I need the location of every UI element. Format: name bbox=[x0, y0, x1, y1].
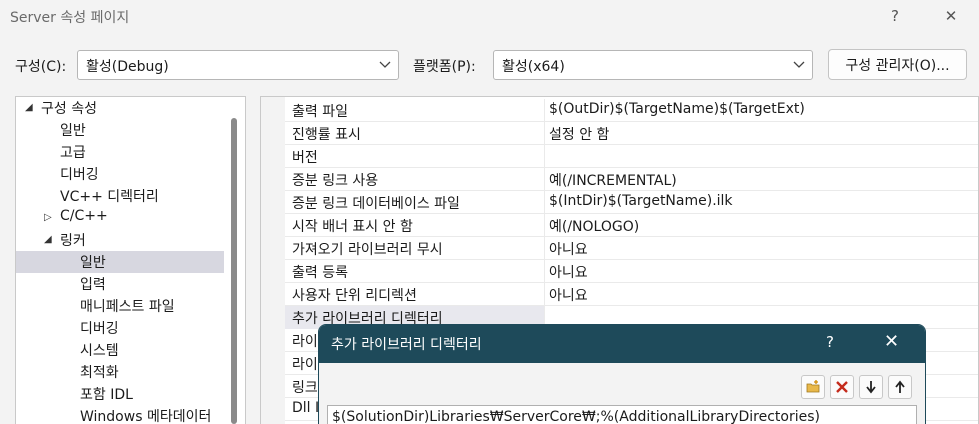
new-folder-icon bbox=[806, 380, 820, 393]
property-value[interactable]: 아니요 bbox=[549, 239, 588, 259]
property-name: 시작 배너 표시 안 함 bbox=[292, 219, 413, 235]
expanded-triangle-icon[interactable]: ◢ bbox=[25, 102, 33, 113]
dialog-title-bar: 추가 라이브러리 디렉터리 ? ✕ bbox=[319, 325, 925, 363]
configuration-manager-button[interactable]: 구성 관리자(O)... bbox=[828, 49, 967, 80]
tree-item-advanced[interactable]: 고급 bbox=[16, 141, 245, 163]
move-down-button[interactable] bbox=[859, 375, 883, 399]
move-up-icon bbox=[895, 380, 905, 393]
property-name: 출력 등록 bbox=[292, 265, 348, 281]
tree-item-linker-general[interactable]: 일반 bbox=[16, 251, 224, 273]
delete-button[interactable] bbox=[830, 375, 854, 399]
dialog-title: 추가 라이브러리 디렉터리 bbox=[331, 337, 482, 353]
help-icon: ? bbox=[891, 7, 899, 25]
property-value[interactable]: 아니요 bbox=[549, 262, 588, 282]
property-name: 사용자 단위 리디렉션 bbox=[292, 288, 417, 304]
property-row[interactable]: 가져오기 라이브러리 무시 아니요 bbox=[285, 237, 978, 260]
property-value[interactable]: 아니요 bbox=[549, 285, 588, 305]
window-title: Server 속성 페이지 bbox=[10, 10, 130, 26]
property-value[interactable]: 예(/INCREMENTAL) bbox=[549, 170, 677, 190]
title-bar: Server 속성 페이지 ? ✕ bbox=[0, 0, 979, 32]
grid-gutter bbox=[261, 97, 285, 424]
tree-item-label: VC++ 디렉터리 bbox=[60, 189, 159, 205]
property-row[interactable]: 사용자 단위 리디렉션 아니요 bbox=[285, 283, 978, 306]
delete-icon bbox=[836, 381, 848, 393]
tree-item-label: C/C++ bbox=[60, 208, 108, 224]
chevron-down-icon bbox=[793, 61, 805, 68]
property-name: 가져오기 라이브러리 무시 bbox=[292, 242, 443, 258]
additional-library-directories-dialog: 추가 라이브러리 디렉터리 ? ✕ $(SolutionDir)Librarie… bbox=[318, 324, 926, 424]
tree-item-label: 일반 bbox=[60, 123, 86, 139]
tree-item-label: 시스템 bbox=[80, 343, 119, 359]
config-label: 구성(C): bbox=[15, 59, 67, 75]
property-name: 링크 bbox=[292, 380, 318, 396]
platform-dropdown[interactable]: 활성(x64) bbox=[493, 50, 813, 80]
tree-item-system[interactable]: 시스템 bbox=[16, 339, 245, 361]
property-name: 출력 파일 bbox=[292, 104, 348, 120]
tree-item-label: 디버깅 bbox=[80, 321, 119, 337]
tree-item-vc-directories[interactable]: VC++ 디렉터리 bbox=[16, 185, 245, 207]
property-row[interactable]: 출력 파일 $(OutDir)$(TargetName)$(TargetExt) bbox=[285, 99, 978, 122]
property-value[interactable]: $(IntDir)$(TargetName).ilk bbox=[549, 193, 733, 209]
property-name: 진행률 표시 bbox=[292, 127, 361, 143]
chevron-down-icon bbox=[379, 61, 391, 68]
property-name: Dll I bbox=[292, 400, 320, 416]
close-icon: ✕ bbox=[944, 7, 958, 25]
tree-item-embedded-idl[interactable]: 포함 IDL bbox=[16, 383, 245, 405]
directory-list-entry[interactable]: $(SolutionDir)Libraries₩ServerCore₩;%(Ad… bbox=[327, 405, 917, 424]
property-row[interactable]: 진행률 표시 설정 안 함 bbox=[285, 122, 978, 145]
close-button[interactable]: ✕ bbox=[931, 0, 971, 32]
tree-scrollbar[interactable] bbox=[231, 118, 237, 424]
dialog-close-icon[interactable]: ✕ bbox=[884, 331, 899, 352]
tree-item-label: 디버깅 bbox=[60, 167, 99, 183]
tree-item-linker-debugging[interactable]: 디버깅 bbox=[16, 317, 245, 339]
config-dropdown[interactable]: 활성(Debug) bbox=[77, 50, 399, 80]
dialog-help-icon[interactable]: ? bbox=[826, 333, 834, 351]
tree-item-c-cpp[interactable]: ▷ C/C++ bbox=[16, 207, 245, 229]
property-name: 증분 링크 데이터베이스 파일 bbox=[292, 196, 460, 212]
tree-item-label: 링커 bbox=[60, 233, 86, 249]
tree-item-label: 구성 속성 bbox=[41, 101, 97, 117]
tree-item-manifest-file[interactable]: 매니페스트 파일 bbox=[16, 295, 245, 317]
property-row[interactable]: 증분 링크 데이터베이스 파일 $(IntDir)$(TargetName).il… bbox=[285, 191, 978, 214]
move-down-icon bbox=[866, 381, 876, 394]
tree-item-label: Windows 메타데이터 bbox=[80, 409, 212, 424]
tree-item-linker[interactable]: ◢ 링커 bbox=[16, 229, 245, 251]
property-value[interactable]: $(OutDir)$(TargetName)$(TargetExt) bbox=[549, 101, 805, 117]
tree-item-label: 최적화 bbox=[80, 365, 119, 381]
property-row[interactable]: 출력 등록 아니요 bbox=[285, 260, 978, 283]
property-row[interactable]: 버전 bbox=[285, 145, 978, 168]
new-folder-button[interactable] bbox=[801, 375, 825, 399]
property-value[interactable]: 설정 안 함 bbox=[549, 124, 609, 144]
property-name: 증분 링크 사용 bbox=[292, 173, 379, 189]
category-tree: ◢ 구성 속성 일반 고급 디버깅 VC++ 디렉터리 ▷ C/C++ ◢ 링커… bbox=[15, 96, 246, 424]
platform-value: 활성(x64) bbox=[502, 59, 565, 75]
tree-item-config-properties[interactable]: ◢ 구성 속성 bbox=[16, 97, 245, 119]
help-button[interactable]: ? bbox=[875, 0, 915, 32]
tree-item-label: 포함 IDL bbox=[80, 387, 133, 403]
tree-item-windows-metadata[interactable]: Windows 메타데이터 bbox=[16, 405, 245, 424]
configuration-manager-label: 구성 관리자(O)... bbox=[845, 57, 950, 74]
tree-item-input[interactable]: 입력 bbox=[16, 273, 245, 295]
property-name: 라이 bbox=[292, 357, 318, 373]
platform-label: 플랫폼(P): bbox=[413, 59, 476, 75]
tree-item-label: 매니페스트 파일 bbox=[80, 299, 175, 315]
tree-item-label: 일반 bbox=[80, 255, 106, 271]
property-row[interactable]: 시작 배너 표시 안 함 예(/NOLOGO) bbox=[285, 214, 978, 237]
collapsed-triangle-icon[interactable]: ▷ bbox=[44, 212, 52, 223]
tree-item-optimization[interactable]: 최적화 bbox=[16, 361, 245, 383]
move-up-button[interactable] bbox=[888, 375, 912, 399]
property-name: 버전 bbox=[292, 150, 318, 166]
config-value: 활성(Debug) bbox=[86, 59, 169, 75]
property-row[interactable]: 증분 링크 사용 예(/INCREMENTAL) bbox=[285, 168, 978, 191]
tree-item-label: 입력 bbox=[80, 277, 106, 293]
property-name: 라이 bbox=[292, 334, 318, 350]
property-value[interactable]: 예(/NOLOGO) bbox=[549, 216, 639, 236]
expanded-triangle-icon[interactable]: ◢ bbox=[44, 234, 52, 245]
tree-item-label: 고급 bbox=[60, 145, 86, 161]
tree-item-debugging[interactable]: 디버깅 bbox=[16, 163, 245, 185]
tree-item-general[interactable]: 일반 bbox=[16, 119, 245, 141]
